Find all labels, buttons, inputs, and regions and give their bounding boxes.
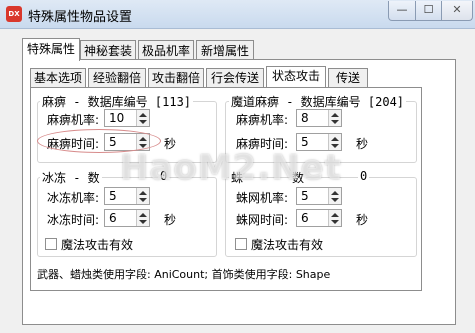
maximize-button[interactable]: ☐ — [415, 1, 442, 21]
freeze-magic-checkbox[interactable] — [45, 238, 57, 250]
tab-mystery-set[interactable]: 神秘套装 — [80, 40, 136, 60]
paralysis-rate-value: 10 — [109, 111, 125, 125]
magic-paralysis-rate-spinner[interactable]: 8 — [296, 109, 342, 127]
freeze-time-value: 6 — [109, 211, 117, 225]
spiderweb-rate-label: 蛛网机率: — [236, 191, 289, 205]
magic-paralysis-group-title: 魔道麻痹 - 数据库编号 [204] — [229, 93, 407, 110]
paralysis-rate-spinner[interactable]: 10 — [104, 109, 150, 127]
spiderweb-time-label: 蛛网时间: — [236, 213, 289, 227]
tab-special-attributes[interactable]: 特殊属性 — [22, 38, 80, 61]
magic-paralysis-rate-label: 麻痹机率: — [236, 113, 289, 127]
app-icon: DX — [6, 6, 22, 22]
tab-rare-chance[interactable]: 极品机率 — [138, 40, 194, 60]
spiderweb-magic-checkbox[interactable] — [235, 238, 247, 250]
freeze-magic-checkbox-label: 魔法攻击有效 — [61, 238, 134, 252]
spinner-arrows-icon[interactable] — [328, 210, 341, 226]
spiderweb-group-title-end: 0 — [358, 169, 370, 183]
spiderweb-rate-value: 5 — [301, 189, 309, 203]
paralysis-group-title: 麻痹 - 数据库编号 [113] — [40, 93, 194, 110]
tab-teleport[interactable]: 传送 — [328, 68, 368, 87]
freeze-time-label: 冰冻时间: — [47, 213, 100, 227]
window-title: 特殊属性物品设置 — [28, 10, 133, 25]
freeze-rate-label: 冰冻机率: — [47, 191, 100, 205]
tab-double-attack[interactable]: 攻击翻倍 — [148, 68, 204, 87]
spinner-arrows-icon[interactable] — [136, 110, 149, 126]
spiderweb-magic-checkbox-label: 魔法攻击有效 — [251, 238, 324, 252]
freeze-rate-value: 5 — [109, 189, 117, 203]
spiderweb-rate-spinner[interactable]: 5 — [296, 187, 342, 205]
spiderweb-time-value: 6 — [301, 211, 309, 225]
tab-double-exp[interactable]: 经验翻倍 — [88, 68, 146, 87]
paralysis-rate-label: 麻痹机率: — [47, 113, 100, 127]
freeze-group-title: 冰冻 - 数 — [40, 169, 102, 186]
close-button[interactable]: ✕ — [441, 1, 473, 21]
spiderweb-time-unit: 秒 — [356, 213, 369, 227]
freeze-rate-spinner[interactable]: 5 — [104, 187, 150, 205]
tab-status-attack[interactable]: 状态攻击 — [266, 66, 326, 87]
tab-guild-teleport[interactable]: 行会传送 — [206, 68, 264, 87]
field-usage-note: 武器、蜡烛类使用字段: AniCount; 首饰类使用字段: Shape — [37, 268, 331, 281]
spinner-arrows-icon[interactable] — [328, 110, 341, 126]
freeze-time-spinner[interactable]: 6 — [104, 209, 150, 227]
freeze-time-unit: 秒 — [164, 213, 177, 227]
tab-new-attributes[interactable]: 新增属性 — [196, 40, 254, 60]
minimize-button[interactable]: — — [388, 1, 416, 21]
magic-paralysis-rate-value: 8 — [301, 111, 309, 125]
spinner-arrows-icon[interactable] — [136, 188, 149, 204]
magic-paralysis-time-unit: 秒 — [356, 137, 369, 151]
magic-paralysis-time-value: 5 — [301, 135, 309, 149]
spiderweb-time-spinner[interactable]: 6 — [296, 209, 342, 227]
spinner-arrows-icon[interactable] — [328, 188, 341, 204]
watermark: HaoM2.Net — [120, 148, 342, 188]
tab-basic-options[interactable]: 基本选项 — [30, 68, 86, 87]
spinner-arrows-icon[interactable] — [136, 210, 149, 226]
